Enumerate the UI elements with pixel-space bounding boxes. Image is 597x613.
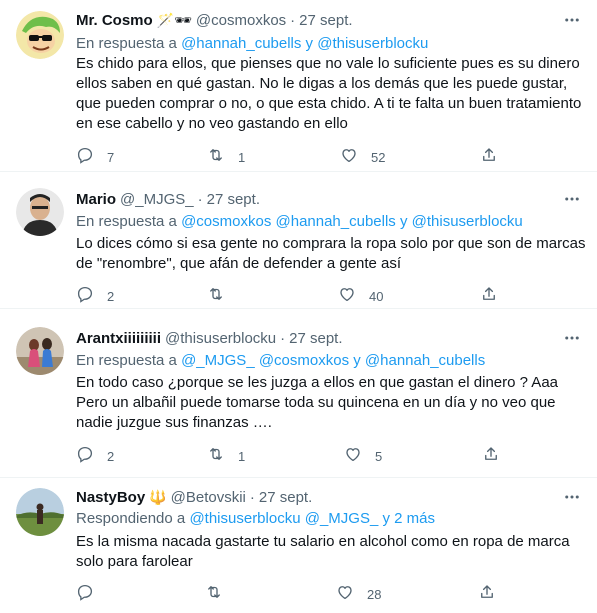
share-icon xyxy=(480,146,498,169)
action-bar: 2 40 xyxy=(76,286,506,306)
display-name[interactable]: Mario xyxy=(76,191,116,208)
reply-button[interactable]: 7 xyxy=(76,147,114,167)
retweet-icon xyxy=(207,146,225,169)
reply-mentions[interactable]: @hannah_cubells y @thisuserblocku xyxy=(181,35,428,52)
reply-count: 2 xyxy=(107,288,115,304)
display-name[interactable]: NastyBoy xyxy=(76,489,145,506)
like-count: 5 xyxy=(375,448,383,464)
reply-prefix: Respondiendo a xyxy=(76,510,186,527)
tweet-header: Mario @_MJGS_ · 27 sept. xyxy=(76,189,260,209)
timestamp[interactable]: 27 sept. xyxy=(259,489,312,506)
share-button[interactable] xyxy=(480,286,498,306)
name-emoji: 🪄🕶 xyxy=(156,11,192,28)
reply-mentions[interactable]: @thisuserblocku @_MJGS_ y 2 más xyxy=(189,510,435,527)
avatar[interactable] xyxy=(16,188,64,236)
avatar[interactable] xyxy=(16,11,64,59)
separator-dot: · xyxy=(197,190,203,208)
username[interactable]: @thisuserblocku xyxy=(165,330,276,347)
reply-context: En respuesta a @_MJGS_ @cosmoxkos y @han… xyxy=(76,352,485,369)
like-button[interactable]: 28 xyxy=(336,584,381,604)
reply-prefix: En respuesta a xyxy=(76,35,177,52)
timestamp[interactable]: 27 sept. xyxy=(289,330,342,347)
timestamp[interactable]: 27 sept. xyxy=(299,12,352,29)
like-icon xyxy=(336,583,354,606)
tweet-text: Es la misma nacada gastarte tu salario e… xyxy=(76,533,570,570)
retweet-icon xyxy=(205,583,223,606)
retweet-icon xyxy=(207,445,225,468)
reply-button[interactable]: 2 xyxy=(76,286,114,306)
reply-button[interactable] xyxy=(76,584,107,604)
reply-icon xyxy=(76,445,94,468)
avatar[interactable] xyxy=(16,488,64,536)
tweet-text: Lo dices cómo si esa gente no comprara l… xyxy=(76,235,586,272)
more-icon[interactable] xyxy=(561,328,583,348)
tweet[interactable]: Arantxiiiiiiiii @thisuserblocku · 27 sep… xyxy=(0,309,597,478)
like-button[interactable]: 40 xyxy=(338,286,383,306)
tweet[interactable]: NastyBoy 🔱 @Betovskii · 27 sept. Respond… xyxy=(0,478,597,613)
username[interactable]: @cosmoxkos xyxy=(196,12,286,29)
separator-dot: · xyxy=(280,329,286,347)
retweet-icon xyxy=(207,285,225,308)
reply-button[interactable]: 2 xyxy=(76,446,114,466)
username[interactable]: @_MJGS_ xyxy=(120,191,194,208)
like-icon xyxy=(340,146,358,169)
reply-prefix: En respuesta a xyxy=(76,213,177,230)
tweet-header: Arantxiiiiiiiii @thisuserblocku · 27 sep… xyxy=(76,328,343,348)
like-button[interactable]: 5 xyxy=(344,446,382,466)
like-count: 28 xyxy=(367,586,382,602)
share-icon xyxy=(482,445,500,468)
name-emoji: 🔱 xyxy=(149,488,167,505)
reply-icon xyxy=(76,583,94,606)
like-icon xyxy=(338,285,356,308)
retweet-button[interactable]: 1 xyxy=(207,147,245,167)
like-count: 52 xyxy=(371,149,386,165)
separator-dot: · xyxy=(249,488,255,506)
tweet-text: En todo caso ¿porque se les juzga a ello… xyxy=(76,374,558,431)
display-name[interactable]: Arantxiiiiiiiii xyxy=(76,330,161,347)
action-bar: 2 1 5 xyxy=(76,446,506,466)
tweet-header: NastyBoy 🔱 @Betovskii · 27 sept. xyxy=(76,487,312,507)
display-name[interactable]: Mr. Cosmo xyxy=(76,12,153,29)
share-icon xyxy=(478,583,496,606)
separator-dot: · xyxy=(290,11,296,29)
avatar[interactable] xyxy=(16,327,64,375)
like-count: 40 xyxy=(369,288,384,304)
share-button[interactable] xyxy=(480,147,498,167)
more-icon[interactable] xyxy=(561,189,583,209)
retweet-count: 1 xyxy=(238,448,246,464)
more-icon[interactable] xyxy=(561,10,583,30)
reply-context: En respuesta a @cosmoxkos @hannah_cubell… xyxy=(76,213,523,230)
action-bar: 7 1 52 xyxy=(76,147,506,167)
reply-count: 2 xyxy=(107,448,115,464)
retweet-count: 1 xyxy=(238,149,246,165)
share-button[interactable] xyxy=(482,446,500,466)
reply-prefix: En respuesta a xyxy=(76,352,177,369)
retweet-button[interactable]: 1 xyxy=(207,446,245,466)
reply-icon xyxy=(76,146,94,169)
reply-mentions[interactable]: @_MJGS_ @cosmoxkos y @hannah_cubells xyxy=(181,352,485,369)
like-button[interactable]: 52 xyxy=(340,147,385,167)
reply-context: En respuesta a @hannah_cubells y @thisus… xyxy=(76,35,428,52)
tweet[interactable]: Mr. Cosmo 🪄🕶 @cosmoxkos · 27 sept. En re… xyxy=(0,0,597,172)
like-icon xyxy=(344,445,362,468)
reply-count: 7 xyxy=(107,149,115,165)
reply-icon xyxy=(76,285,94,308)
username[interactable]: @Betovskii xyxy=(171,489,246,506)
tweet[interactable]: Mario @_MJGS_ · 27 sept. En respuesta a … xyxy=(0,172,597,309)
tweet-text: Es chido para ellos, que pienses que no … xyxy=(76,55,582,132)
share-button[interactable] xyxy=(478,584,496,604)
retweet-button[interactable] xyxy=(205,584,236,604)
share-icon xyxy=(480,285,498,308)
action-bar: 28 xyxy=(76,584,506,604)
reply-context: Respondiendo a @thisuserblocku @_MJGS_ y… xyxy=(76,510,435,527)
retweet-button[interactable] xyxy=(207,286,238,306)
timestamp[interactable]: 27 sept. xyxy=(207,191,260,208)
more-icon[interactable] xyxy=(561,487,583,507)
reply-mentions[interactable]: @cosmoxkos @hannah_cubells y @thisuserbl… xyxy=(181,213,523,230)
tweet-header: Mr. Cosmo 🪄🕶 @cosmoxkos · 27 sept. xyxy=(76,10,353,30)
